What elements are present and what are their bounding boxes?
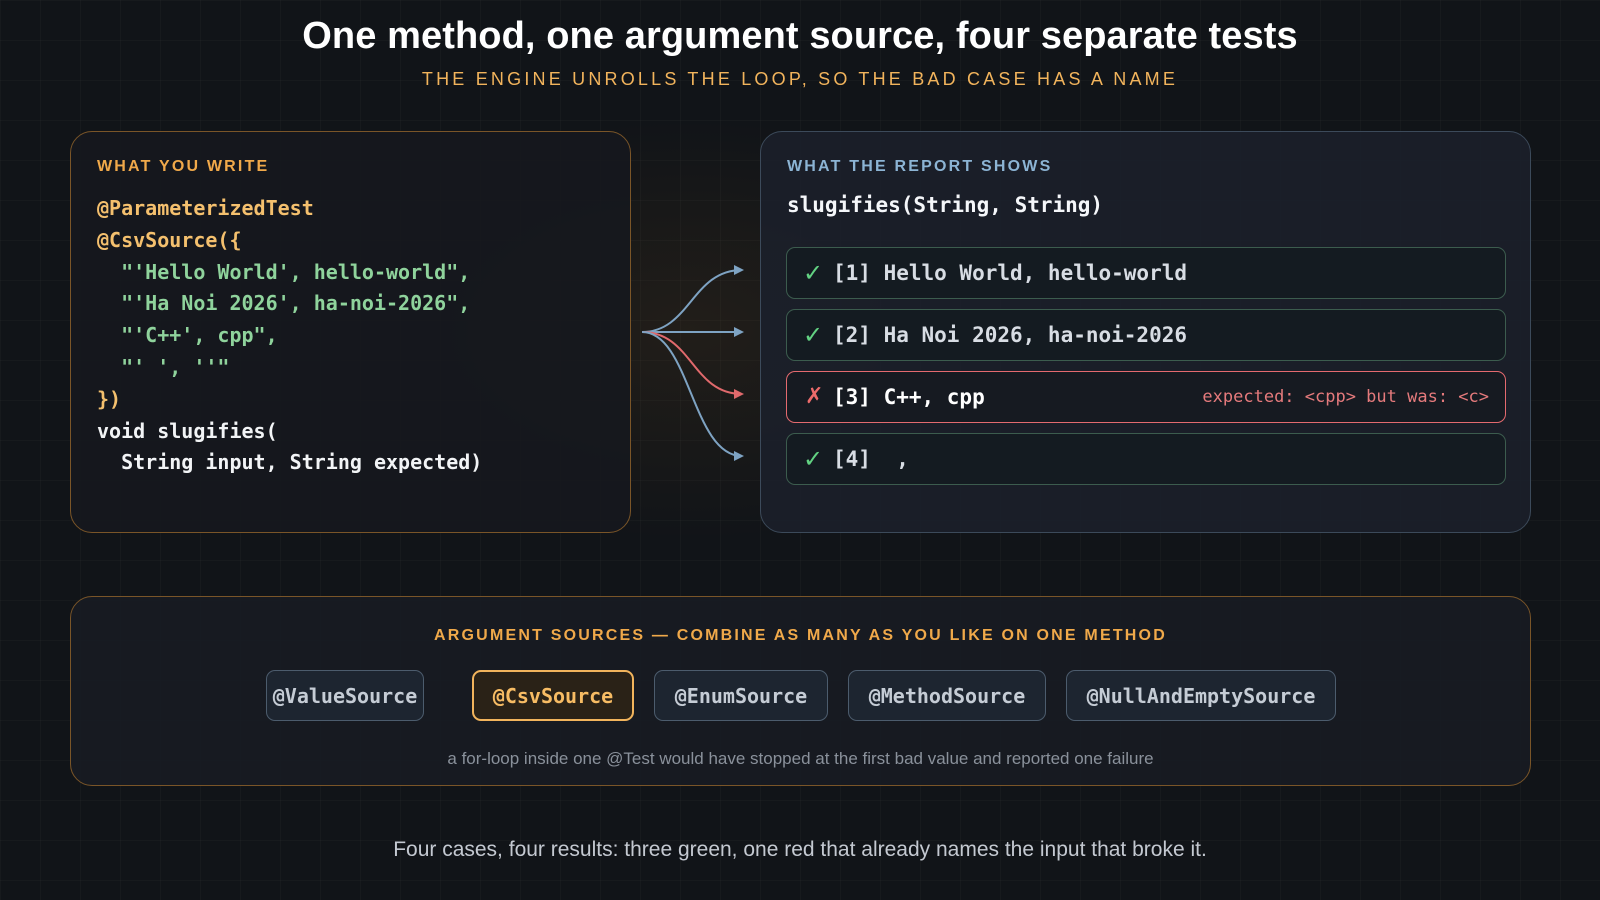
chip-null-and-empty-source[interactable]: @NullAndEmptySource: [1066, 670, 1336, 721]
chip-csv-source[interactable]: @CsvSource: [472, 670, 634, 721]
result-row-4[interactable]: ✓ [4] ,: [786, 433, 1506, 485]
sources-note: a for-loop inside one @Test would have s…: [447, 749, 1154, 768]
caption: Four cases, four results: three green, o…: [393, 838, 1207, 861]
pass-check-icon: ✓: [803, 259, 824, 287]
result-label: [2] Ha Noi 2026, ha-noi-2026: [833, 323, 1188, 347]
pass-check-icon: ✓: [803, 445, 824, 473]
chip-method-source[interactable]: @MethodSource: [848, 670, 1046, 721]
pass-check-icon: ✓: [803, 321, 824, 349]
sources-panel: ARGUMENT SOURCES — COMBINE AS MANY AS YO…: [70, 596, 1531, 786]
connector-arrow-4: [641, 331, 744, 461]
connector-arrow-3: [641, 331, 744, 399]
connector-arrow-1: [641, 265, 744, 333]
result-label: [1] Hello World, hello-world: [833, 261, 1188, 285]
result-row-2[interactable]: ✓ [2] Ha Noi 2026, ha-noi-2026: [786, 309, 1506, 361]
result-label: [4] ,: [833, 447, 909, 471]
result-label: [3] C++, cpp: [833, 385, 985, 409]
chip-value-source[interactable]: @ValueSource: [266, 670, 424, 721]
report-panel: WHAT THE REPORT SHOWS slugifies(String, …: [760, 131, 1531, 533]
chip-enum-source[interactable]: @EnumSource: [654, 670, 828, 721]
fail-cross-icon: ✗: [805, 384, 824, 409]
result-row-3[interactable]: ✗ [3] C++, cpp expected: <cpp> but was: …: [786, 371, 1506, 423]
result-row-1[interactable]: ✓ [1] Hello World, hello-world: [786, 247, 1506, 299]
report-panel-heading: WHAT THE REPORT SHOWS: [787, 158, 1053, 175]
method-signature: slugifies(String, String): [787, 193, 1104, 217]
sources-heading: ARGUMENT SOURCES — COMBINE AS MANY AS YO…: [434, 627, 1167, 644]
failure-message: expected: <cpp> but was: <c>: [1202, 387, 1489, 407]
